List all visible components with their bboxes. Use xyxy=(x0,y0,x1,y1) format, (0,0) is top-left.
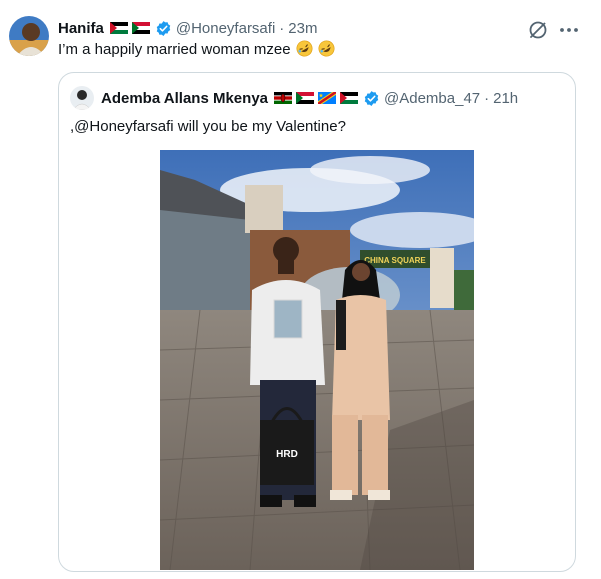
quoted-avatar-image xyxy=(70,86,94,110)
flag-group xyxy=(109,22,150,34)
palestine-flag-icon xyxy=(109,22,128,34)
verified-badge-icon[interactable] xyxy=(363,90,380,107)
sign-text: CHINA SQUARE xyxy=(364,256,426,265)
tweet-header: Hanifa @Honeyfarsafi · 23m xyxy=(58,18,317,38)
quoted-tweet-text: ,@Honeyfarsafi will you be my Valentine? xyxy=(70,118,346,135)
verified-badge-icon[interactable] xyxy=(155,20,172,37)
separator-dot: · xyxy=(279,19,285,37)
avatar-image xyxy=(9,16,49,56)
more-options-icon[interactable] xyxy=(557,18,581,42)
sudan-flag-icon xyxy=(131,22,150,34)
quoted-tweet-photo[interactable]: CHINA SQUARE HRD xyxy=(160,150,474,570)
grok-icon[interactable] xyxy=(526,18,550,42)
quoted-avatar[interactable] xyxy=(70,86,94,110)
bag-text: HRD xyxy=(276,449,298,460)
sudan-flag-icon xyxy=(296,92,314,104)
tweet-text: I’m a happily married woman mzee xyxy=(58,40,335,60)
avatar[interactable] xyxy=(9,16,49,56)
quoted-timestamp[interactable]: 21h xyxy=(493,90,518,107)
couple-photo-image: CHINA SQUARE HRD xyxy=(160,150,474,570)
congo-flag-icon xyxy=(318,92,336,104)
timestamp[interactable]: 23m xyxy=(288,20,317,37)
quoted-author-handle[interactable]: @Ademba_47 xyxy=(384,90,480,107)
palestine-flag-icon xyxy=(340,92,358,104)
author-name[interactable]: Hanifa xyxy=(58,20,104,37)
author-handle[interactable]: @Honeyfarsafi xyxy=(176,20,275,37)
rolling-on-floor-laughing-icon xyxy=(318,40,335,57)
tweet[interactable]: Hanifa @Honeyfarsafi · 23m I’m a happily… xyxy=(0,0,601,579)
tweet-text-content: I’m a happily married woman mzee xyxy=(58,41,291,58)
quoted-flag-group xyxy=(274,92,358,104)
rolling-on-floor-laughing-icon xyxy=(296,40,313,57)
kenya-flag-icon xyxy=(274,92,292,104)
quoted-tweet[interactable]: Ademba Allans Mkenya @Ademba_47 · 21h ,@… xyxy=(58,72,576,572)
quoted-tweet-header: Ademba Allans Mkenya @Ademba_47 · 21h xyxy=(101,88,518,108)
separator-dot: · xyxy=(484,89,490,107)
quoted-author-name[interactable]: Ademba Allans Mkenya xyxy=(101,90,268,107)
